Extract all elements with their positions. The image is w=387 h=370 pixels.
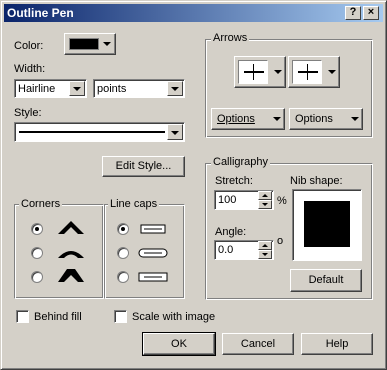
chevron-down-icon [274, 70, 282, 74]
start-arrow-preview [238, 60, 268, 84]
cap-square-radio[interactable] [117, 271, 129, 283]
chevron-down-icon [328, 70, 336, 74]
ok-button[interactable]: OK [142, 332, 216, 356]
stretch-spin-up[interactable] [258, 191, 272, 200]
style-label: Style: [14, 107, 42, 119]
nib-shape-label: Nib shape: [290, 175, 343, 187]
corner-bevel-radio[interactable] [31, 271, 43, 283]
width-select[interactable]: Hairline [14, 79, 87, 98]
window-title: Outline Pen [7, 6, 74, 20]
nib-square-icon [304, 201, 350, 247]
arrow-down-icon [262, 253, 268, 256]
nib-shape-preview[interactable] [292, 189, 362, 261]
arrow-up-icon [262, 194, 268, 197]
cancel-button[interactable]: Cancel [222, 333, 294, 355]
round-corner-icon [58, 251, 84, 258]
arrow-up-icon [262, 244, 268, 247]
width-unit-select[interactable]: points [93, 79, 185, 98]
behind-fill-label[interactable]: Behind fill [34, 311, 82, 323]
angle-unit: o [277, 235, 284, 247]
color-picker-button[interactable] [64, 33, 116, 55]
help-button[interactable]: Help [301, 333, 373, 355]
stretch-value: 100 [218, 194, 237, 206]
stretch-input[interactable]: 100 [214, 190, 274, 210]
angle-value: 0.0 [218, 244, 234, 256]
color-swatch [69, 38, 99, 50]
angle-spin-down[interactable] [258, 250, 272, 259]
miter-corner-icon [58, 221, 84, 234]
stretch-unit: % [277, 195, 287, 207]
arrows-title: Arrows [211, 32, 250, 44]
line-style-select[interactable] [14, 122, 185, 142]
scale-with-image-label[interactable]: Scale with image [132, 311, 215, 323]
width-unit-value: points [97, 83, 127, 95]
width-label: Width: [14, 63, 46, 75]
bevel-corner-icon [58, 269, 84, 282]
chevron-down-icon [103, 42, 111, 46]
close-title-button[interactable]: × [363, 6, 379, 20]
chevron-down-icon [273, 117, 281, 121]
angle-input[interactable]: 0.0 [214, 240, 274, 260]
chevron-down-icon [351, 117, 359, 121]
cap-butt-radio[interactable] [117, 223, 129, 235]
start-arrow-button[interactable] [234, 56, 286, 88]
behind-fill-checkbox[interactable] [16, 310, 29, 323]
dropdown-arrow[interactable] [69, 81, 85, 96]
end-arrow-preview [292, 60, 322, 84]
chevron-down-icon [171, 131, 179, 135]
line-cap-icons [138, 224, 168, 282]
title-bar[interactable]: Outline Pen [4, 4, 383, 22]
angle-spin-up[interactable] [258, 241, 272, 250]
stretch-spin-down[interactable] [258, 200, 272, 209]
solid-line-sample [19, 131, 165, 133]
end-arrow-options-button[interactable]: Options [289, 108, 363, 130]
chevron-down-icon [73, 87, 81, 91]
stretch-label: Stretch: [215, 175, 253, 187]
corners-title: Corners [19, 198, 63, 210]
width-value: Hairline [18, 83, 56, 95]
end-arrow-button[interactable] [288, 56, 340, 88]
dropdown-arrow[interactable] [167, 124, 183, 140]
edit-style-button[interactable]: Edit Style... [102, 156, 185, 177]
line-caps-title: Line caps [108, 198, 160, 210]
scale-with-image-checkbox[interactable] [114, 310, 127, 323]
angle-label: Angle: [215, 226, 247, 238]
question-icon: ? [349, 6, 357, 18]
dropdown-arrow[interactable] [167, 81, 183, 96]
calligraphy-title: Calligraphy [211, 156, 271, 168]
arrow-down-icon [262, 203, 268, 206]
corner-round-radio[interactable] [31, 247, 43, 259]
corner-miter-radio[interactable] [31, 223, 43, 235]
cap-round-radio[interactable] [117, 247, 129, 259]
close-icon: × [367, 6, 375, 18]
color-label: Color: [14, 40, 44, 52]
outline-pen-dialog: Outline Pen ? × Color: Width: Hairline p… [0, 0, 387, 370]
help-title-button[interactable]: ? [345, 6, 361, 20]
default-nib-button[interactable]: Default [290, 269, 362, 292]
corner-shapes-icons [58, 221, 84, 282]
start-arrow-options-button[interactable]: Options [211, 108, 285, 130]
chevron-down-icon [171, 87, 179, 91]
